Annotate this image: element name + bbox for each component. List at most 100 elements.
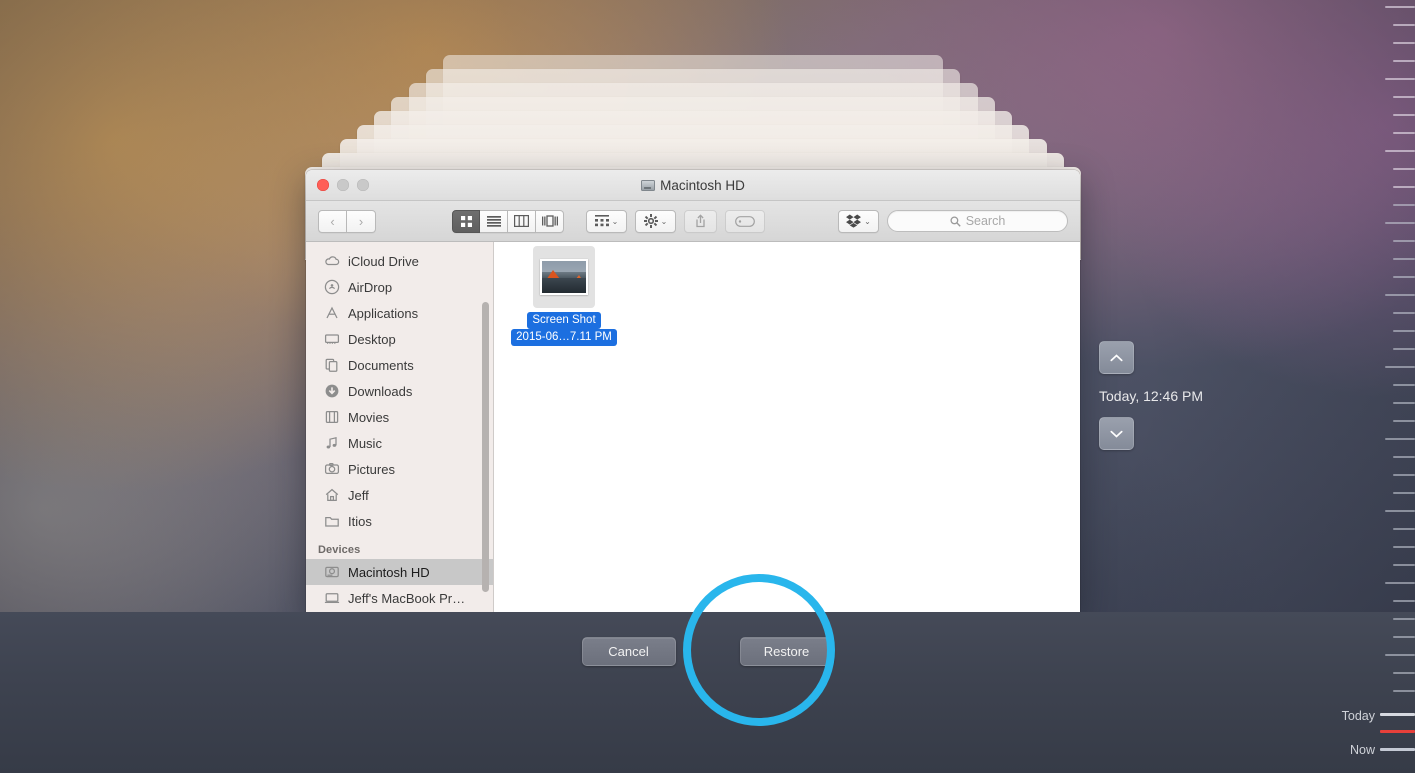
timeline-ruler-label: Today (1341, 709, 1375, 723)
timeline-tick (1393, 24, 1415, 26)
sidebar-item-airdrop[interactable]: AirDrop (306, 274, 493, 300)
sidebar-section-devices: Devices (318, 544, 361, 556)
dropbox-button[interactable]: ⌄ (838, 209, 879, 233)
timeline-tick (1393, 132, 1415, 134)
documents-icon (325, 358, 338, 372)
chevron-down-icon: ⌄ (660, 216, 668, 226)
timeline-tick (1393, 96, 1415, 98)
zoom-button[interactable] (357, 179, 369, 191)
timeline-tick (1385, 150, 1415, 152)
timeline-tick (1385, 510, 1415, 512)
sidebar-item-jeff[interactable]: Jeff (306, 482, 493, 508)
timeline-tick (1393, 600, 1415, 602)
hard-disk-icon (324, 564, 340, 580)
timeline-tick-today[interactable] (1380, 713, 1415, 716)
traffic-lights (306, 179, 369, 191)
timeline-tick (1385, 582, 1415, 584)
sidebar-scrollbar[interactable] (482, 302, 489, 592)
timeline-tick (1393, 348, 1415, 350)
sidebar-item-label: Applications (348, 305, 419, 321)
minimize-button[interactable] (337, 179, 349, 191)
gallery-view-button[interactable] (536, 209, 564, 233)
finder-window: Macintosh HD ‹ › ⌄ ⌄ ⌄ Search iCloud Dri… (306, 170, 1080, 612)
cancel-button[interactable]: Cancel (581, 637, 676, 666)
sidebar-item-movies[interactable]: Movies (306, 404, 493, 430)
airdrop-icon (324, 279, 340, 295)
file-thumbnail (533, 246, 595, 308)
timeline-navigation: Today, 12:46 PM (1099, 341, 1269, 450)
share-button[interactable] (684, 209, 717, 233)
timeline-tick (1393, 528, 1415, 530)
sidebar-item-downloads[interactable]: Downloads (306, 378, 493, 404)
timeline-tick (1393, 636, 1415, 638)
forward-button[interactable]: › (347, 209, 376, 233)
timeline-tick (1385, 222, 1415, 224)
timeline-ruler[interactable]: Today Now (1342, 0, 1415, 773)
sidebar-item-applications[interactable]: Applications (306, 300, 493, 326)
photo-frame (540, 259, 588, 295)
timeline-tick (1393, 204, 1415, 206)
finder-sidebar: iCloud Drive AirDrop Applications Deskto… (306, 242, 494, 612)
chevron-down-icon: ⌄ (611, 216, 619, 226)
sidebar-item-macintosh-hd[interactable]: Macintosh HD (306, 559, 493, 585)
timeline-tick (1393, 330, 1415, 332)
chevron-right-icon: › (358, 213, 364, 229)
close-button[interactable] (317, 179, 329, 191)
timeline-tick (1393, 564, 1415, 566)
finder-toolbar: ‹ › ⌄ ⌄ ⌄ Search (306, 201, 1080, 242)
pictures-icon (324, 462, 340, 475)
window-title-text: Macintosh HD (660, 177, 745, 193)
sidebar-item-label: Jeff's MacBook Pr… (348, 590, 466, 606)
timeline-tick (1393, 240, 1415, 242)
downloads-icon (325, 384, 339, 398)
movies-icon (325, 410, 339, 424)
timeline-tick-now[interactable] (1380, 730, 1415, 733)
list-view-button[interactable] (480, 209, 508, 233)
timeline-tick (1393, 456, 1415, 458)
timeline-up-button[interactable] (1099, 341, 1134, 374)
hard-disk-icon (641, 179, 656, 191)
timeline-tick (1393, 276, 1415, 278)
coverflow-icon (541, 215, 558, 227)
list-icon (486, 216, 501, 227)
movies-icon (324, 409, 340, 425)
sidebar-item-icloud-drive[interactable]: iCloud Drive (306, 248, 493, 274)
tags-button[interactable] (725, 209, 765, 233)
sidebar-item-desktop[interactable]: Desktop (306, 326, 493, 352)
column-view-button[interactable] (508, 209, 536, 233)
tag-icon (735, 215, 755, 227)
view-mode-buttons (452, 209, 564, 233)
sidebar-item-itios[interactable]: Itios (306, 508, 493, 534)
timeline-tick (1393, 258, 1415, 260)
file-name-line-2: 2015-06…7.11 PM (511, 329, 617, 346)
sidebar-item-jeff-s-macbook-pr-[interactable]: Jeff's MacBook Pr… (306, 585, 493, 611)
back-button[interactable]: ‹ (318, 209, 347, 233)
restore-button[interactable]: Restore (739, 637, 834, 666)
file-browser-content[interactable]: Screen Shot 2015-06…7.11 PM (494, 242, 1080, 612)
search-field[interactable]: Search (887, 210, 1068, 232)
arrange-button[interactable]: ⌄ (586, 209, 627, 233)
timeline-tick (1393, 114, 1415, 116)
sidebar-item-music[interactable]: Music (306, 430, 493, 456)
timeline-tick (1393, 42, 1415, 44)
timeline-down-button[interactable] (1099, 417, 1134, 450)
applications-icon (326, 306, 338, 319)
timeline-tick-last (1380, 748, 1415, 751)
columns-icon (514, 215, 529, 227)
sidebar-item-label: Pictures (348, 461, 395, 477)
timeline-tick (1393, 420, 1415, 422)
dialog-bottom-bar: Cancel Restore (0, 612, 1415, 773)
timeline-tick (1393, 618, 1415, 620)
sidebar-list: iCloud Drive AirDrop Applications Deskto… (306, 248, 493, 612)
action-button[interactable]: ⌄ (635, 209, 676, 233)
timeline-tick (1393, 60, 1415, 62)
el-capitan-screenshot (542, 261, 586, 293)
timeline-tick (1393, 384, 1415, 386)
cloud-icon (324, 253, 340, 269)
file-item[interactable]: Screen Shot 2015-06…7.11 PM (511, 246, 617, 346)
sidebar-item-pictures[interactable]: Pictures (306, 456, 493, 482)
sidebar-item-documents[interactable]: Documents (306, 352, 493, 378)
icon-view-button[interactable] (452, 209, 480, 233)
arrange-icon (594, 215, 609, 227)
sidebar-item-label: Macintosh HD (348, 564, 430, 580)
